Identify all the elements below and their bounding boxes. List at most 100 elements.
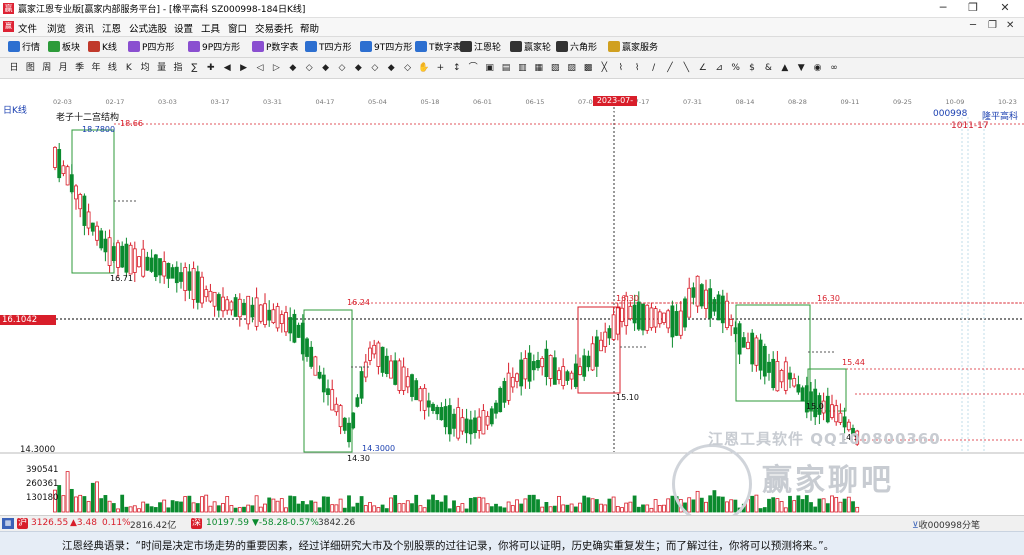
drawing-tool-icon[interactable]: + (434, 62, 446, 74)
drawing-tool-icon[interactable]: ↕ (451, 62, 463, 74)
drawing-tool-icon[interactable]: 指 (172, 62, 184, 74)
drawing-tool-icon[interactable]: ⌇ (631, 62, 643, 74)
drawing-tool-icon[interactable]: ▲ (779, 62, 791, 74)
drawing-tool-icon[interactable]: ▩ (582, 62, 594, 74)
status-grid-icon[interactable]: ▦ (2, 518, 14, 529)
drawing-tool-icon[interactable]: 量 (156, 62, 168, 74)
drawing-tool-icon[interactable]: ▦ (533, 62, 545, 74)
drawing-tool-icon[interactable]: ✋ (418, 62, 430, 74)
drawing-tool-icon[interactable]: ◁ (254, 62, 266, 74)
candle-body (716, 294, 721, 321)
drawing-tool-icon[interactable]: 图 (24, 62, 36, 74)
drawing-tool-icon[interactable]: ⊿ (713, 62, 725, 74)
kline-chart-svg[interactable]: 02-03 02-17 03-03 03-17 03-31 04-17 05-04 05-18… (0, 97, 1024, 515)
drawing-tool-icon[interactable]: ▧ (549, 62, 561, 74)
sh-index-badge[interactable]: 沪 (17, 518, 28, 529)
mdi-restore-button[interactable]: ❐ (988, 20, 997, 31)
toolbar-button-0[interactable]: 行情 (8, 40, 40, 54)
toolbar-button-6[interactable]: T四方形 (305, 40, 352, 54)
toolbar-button-4[interactable]: 9P四方形 (188, 40, 240, 54)
tick-detail-link[interactable]: ⊻收000998分笔 (912, 518, 980, 531)
volume-bar (174, 501, 179, 513)
drawing-tool-icon[interactable]: ╳ (598, 62, 610, 74)
drawing-tool-icon[interactable]: ∑ (188, 62, 200, 74)
menu-browse[interactable]: 浏览 (47, 21, 66, 35)
drawing-tool-icon[interactable]: 年 (90, 62, 102, 74)
drawing-tool-icon[interactable]: ◇ (303, 62, 315, 74)
menu-formula-select[interactable]: 公式选股 (129, 21, 167, 35)
drawing-tool-icon[interactable]: $ (746, 62, 758, 74)
drawing-tool-icon[interactable]: ◉ (812, 62, 824, 74)
drawing-tool-icon[interactable]: K (123, 62, 135, 74)
menu-file[interactable]: 文件 (18, 21, 37, 35)
drawing-tool-icon[interactable]: % (730, 62, 742, 74)
drawing-tool-icon[interactable]: ▷ (270, 62, 282, 74)
toolbar-button-10[interactable]: 赢家轮 (510, 40, 551, 54)
drawing-tool-icon[interactable]: ╲ (680, 62, 692, 74)
drawing-tool-icon[interactable]: ▤ (500, 62, 512, 74)
drawing-tool-icon[interactable]: ⌒ (467, 62, 479, 74)
watermark-logo (672, 444, 752, 524)
kline-chart[interactable]: 02-03 02-17 03-03 03-17 03-31 04-17 05-04 05-18… (0, 97, 1024, 515)
toolbar-button-8[interactable]: T数字表 (415, 40, 462, 54)
toolbar-button-7[interactable]: 9T四方形 (360, 40, 412, 54)
drawing-tool-icon[interactable]: ▣ (484, 62, 496, 74)
drawing-tool-icon[interactable]: 日 (8, 62, 20, 74)
drawing-tool-icon[interactable]: ▼ (795, 62, 807, 74)
drawing-tool-icon[interactable]: 均 (139, 62, 151, 74)
drawing-tool-icon[interactable]: ◀ (221, 62, 233, 74)
drawing-tool-icon[interactable]: ▨ (566, 62, 578, 74)
drawing-tool-icon[interactable]: ◆ (320, 62, 332, 74)
toolbar-button-9[interactable]: 江恩轮 (460, 40, 501, 54)
menu-window[interactable]: 窗口 (228, 21, 247, 35)
menu-tools[interactable]: 工具 (201, 21, 220, 35)
drawing-tool-icon[interactable]: ▶ (238, 62, 250, 74)
toolbar-button-1[interactable]: 板块 (48, 40, 80, 54)
drawing-tool-icon[interactable]: ∕ (648, 62, 660, 74)
menu-app-icon[interactable]: 赢 (3, 21, 14, 32)
minimize-button[interactable]: ─ (928, 0, 958, 17)
drawing-tool-icon[interactable]: & (762, 62, 774, 74)
toolbar-button-12[interactable]: 赢家服务 (608, 40, 658, 54)
drawing-tool-icon[interactable]: ∞ (828, 62, 840, 74)
volume-bar (250, 505, 255, 513)
date-tick-label: 09-25 (893, 98, 912, 106)
toolbar-button-11[interactable]: 六角形 (556, 40, 597, 54)
candle-body (300, 322, 305, 355)
drawing-tool-icon[interactable]: ◆ (385, 62, 397, 74)
drawing-tool-icon[interactable]: 线 (106, 62, 118, 74)
volume-bar (254, 495, 259, 513)
toolbar-button-2[interactable]: K线 (88, 40, 117, 54)
toolbar-button-3[interactable]: P四方形 (128, 40, 174, 54)
drawing-tool-icon[interactable]: ◆ (352, 62, 364, 74)
drawing-tool-icon[interactable]: ◇ (369, 62, 381, 74)
drawing-tool-icon[interactable]: ⌇ (615, 62, 627, 74)
mdi-close-button[interactable]: ✕ (1006, 20, 1014, 31)
mdi-minimize-button[interactable]: ─ (970, 20, 976, 31)
menu-news[interactable]: 资讯 (75, 21, 94, 35)
sz-index-badge[interactable]: 深 (191, 518, 202, 529)
drawing-tool-icon[interactable]: 周 (41, 62, 53, 74)
drawing-tool-icon[interactable]: 季 (74, 62, 86, 74)
close-button[interactable]: ✕ (990, 0, 1020, 17)
candle-body (767, 361, 771, 373)
menu-trade[interactable]: 交易委托 (255, 21, 293, 35)
drawing-tool-icon[interactable]: ◆ (287, 62, 299, 74)
menu-gann[interactable]: 江恩 (102, 21, 121, 35)
candle-body (443, 406, 448, 428)
menu-settings[interactable]: 设置 (174, 21, 193, 35)
candle-body (510, 376, 515, 388)
menu-help[interactable]: 帮助 (300, 21, 319, 35)
drawing-tool-icon[interactable]: ◇ (402, 62, 414, 74)
period-label[interactable]: 日K线 (3, 103, 27, 116)
drawing-tool-icon[interactable]: 月 (57, 62, 69, 74)
maximize-button[interactable]: ❐ (958, 0, 988, 17)
toolbar-button-5[interactable]: P数字表 (252, 40, 298, 54)
candle-body (834, 405, 839, 423)
drawing-tool-icon[interactable]: ✚ (205, 62, 217, 74)
drawing-tool-icon[interactable]: ▥ (516, 62, 528, 74)
drawing-tool-icon[interactable]: ╱ (664, 62, 676, 74)
toolbar-icon (188, 41, 200, 52)
drawing-tool-icon[interactable]: ∠ (697, 62, 709, 74)
drawing-tool-icon[interactable]: ◇ (336, 62, 348, 74)
